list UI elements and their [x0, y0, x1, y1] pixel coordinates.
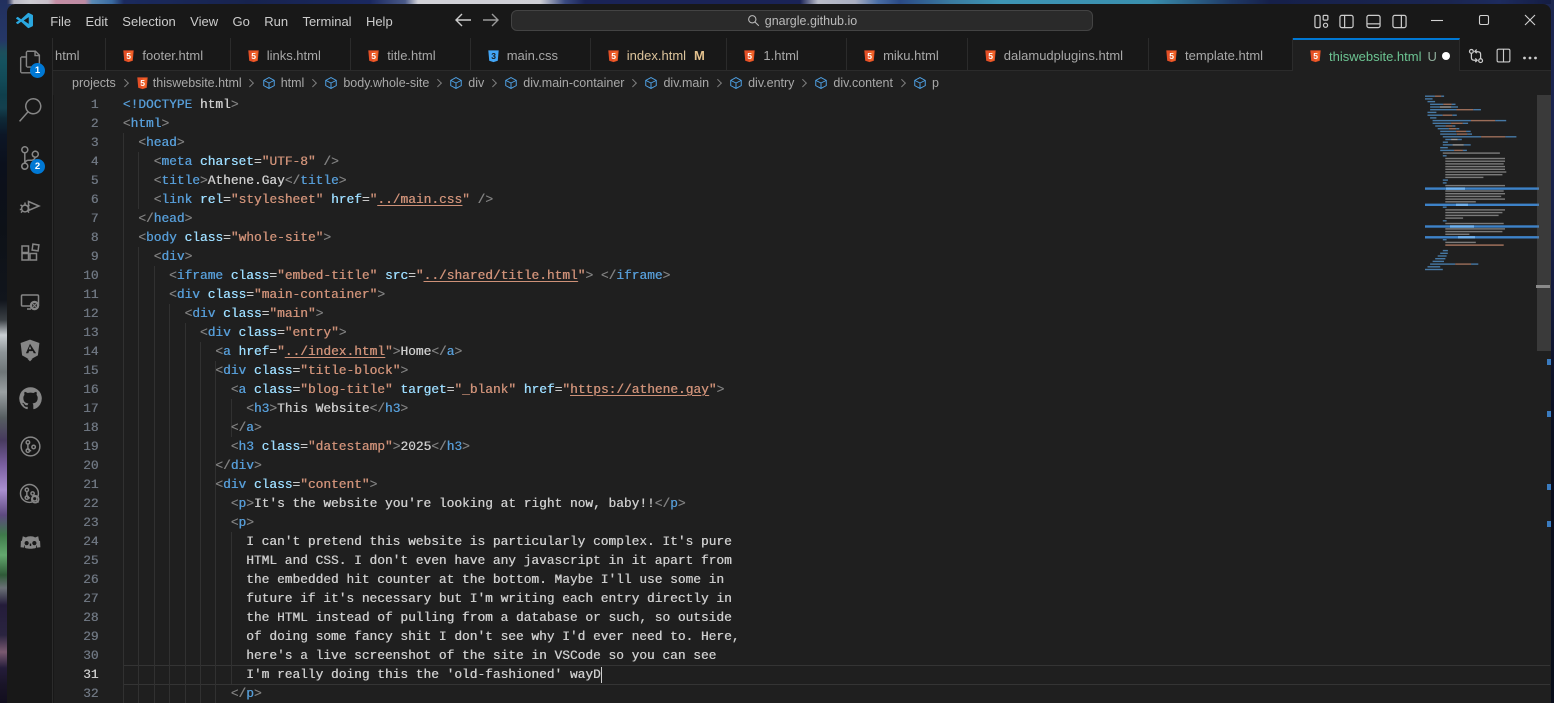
svg-text:5: 5 [867, 50, 872, 60]
svg-text:5: 5 [140, 78, 145, 88]
svg-text:5: 5 [988, 50, 993, 60]
svg-text:5: 5 [371, 50, 376, 60]
svg-text:5: 5 [611, 50, 616, 60]
svg-text:5: 5 [1313, 51, 1318, 61]
svg-text:5: 5 [127, 50, 132, 60]
svg-text:3: 3 [491, 50, 496, 60]
svg-text:5: 5 [1169, 50, 1174, 60]
svg-text:5: 5 [748, 50, 753, 60]
svg-text:5: 5 [251, 50, 256, 60]
